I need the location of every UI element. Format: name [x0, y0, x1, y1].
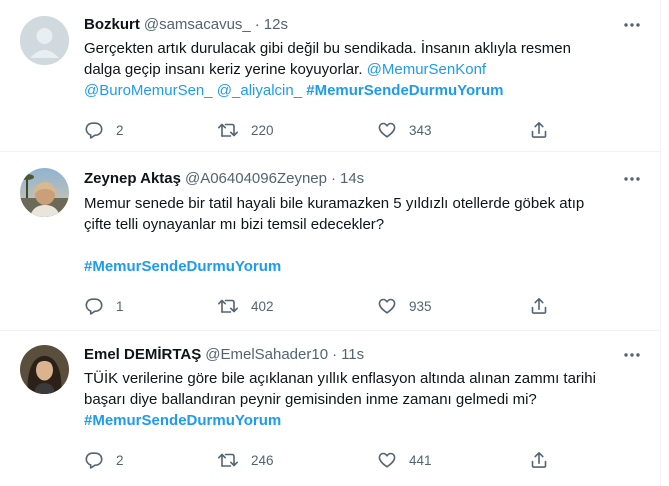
- more-options-icon[interactable]: [622, 169, 642, 189]
- tweet-text-line: [84, 235, 644, 256]
- tweet[interactable]: Emel DEMİRTAŞ @EmelSahader10 · 11s TÜİK ver…: [0, 331, 660, 486]
- tweet-text-line: çifte telli oynayanlar mı bizi temsil ed…: [84, 214, 644, 235]
- tweet-header: Zeynep Aktaş @A06404096Zeynep · 14s: [84, 169, 620, 189]
- tweet-text-line: başarı diye ballandıran peynir gemisinde…: [84, 389, 644, 410]
- tweet-actions: 1 402 935: [84, 295, 564, 317]
- tweet-text-segment: çifte telli oynayanlar mı bizi temsil ed…: [84, 216, 385, 233]
- tweet-actions: 2 220 343: [84, 119, 564, 141]
- like-count: 935: [409, 298, 432, 314]
- reply-count: 1: [116, 298, 124, 314]
- tweet-text: Memur senede bir tatil hayali bile kuram…: [84, 193, 644, 277]
- tweet-text-line: TÜİK verilerine göre bile açıklanan yıll…: [84, 368, 644, 389]
- share-button[interactable]: [529, 449, 549, 471]
- more-options-icon[interactable]: [622, 15, 642, 35]
- avatar[interactable]: [20, 16, 69, 65]
- retweet-count: 246: [251, 452, 274, 468]
- retweet-button[interactable]: 402: [217, 295, 274, 317]
- reply-icon: [85, 122, 103, 139]
- timeline-feed: Bozkurt @samsacavus_ · 12s Gerçekten artık …: [0, 0, 661, 486]
- tweet-text: Gerçekten artık durulacak gibi değil bu …: [84, 38, 644, 101]
- timestamp[interactable]: 12s: [264, 16, 288, 33]
- display-name[interactable]: Zeynep Aktaş: [84, 170, 181, 187]
- hashtag-link[interactable]: #MemurSendeDurmuYorum: [84, 258, 281, 275]
- like-count: 441: [409, 452, 432, 468]
- tweet-text-segment: TÜİK verilerine göre bile açıklanan yıll…: [84, 370, 596, 387]
- reply-button[interactable]: 2: [84, 119, 124, 141]
- heart-icon: [378, 298, 396, 314]
- retweet-icon: [218, 299, 238, 313]
- hashtag-link[interactable]: #MemurSendeDurmuYorum: [306, 82, 503, 99]
- reply-icon: [85, 452, 103, 469]
- retweet-icon: [218, 453, 238, 467]
- retweet-count: 220: [251, 122, 274, 138]
- tweet-text-segment: Memur senede bir tatil hayali bile kuram…: [84, 195, 585, 212]
- avatar[interactable]: [20, 345, 69, 394]
- user-handle[interactable]: @EmelSahader10: [205, 346, 328, 363]
- tweet[interactable]: Bozkurt @samsacavus_ · 12s Gerçekten artık …: [0, 0, 660, 152]
- like-button[interactable]: 935: [377, 295, 432, 317]
- reply-icon: [85, 298, 103, 315]
- separator-dot: ·: [331, 170, 336, 187]
- display-name[interactable]: Emel DEMİRTAŞ: [84, 346, 201, 363]
- tweet-header: Bozkurt @samsacavus_ · 12s: [84, 15, 620, 35]
- heart-icon: [378, 452, 396, 468]
- tweet-text-segment: Gerçekten artık durulacak gibi değil bu …: [84, 40, 571, 57]
- user-photo-icon: [20, 168, 69, 217]
- share-button[interactable]: [529, 119, 549, 141]
- default-profile-icon: [20, 16, 69, 65]
- share-icon: [531, 452, 547, 468]
- reply-count: 2: [116, 122, 124, 138]
- tweet-text-line: Memur senede bir tatil hayali bile kuram…: [84, 193, 644, 214]
- tweet-text-line: Gerçekten artık durulacak gibi değil bu …: [84, 38, 644, 59]
- retweet-count: 402: [251, 298, 274, 314]
- more-options-icon[interactable]: [622, 345, 642, 365]
- mention-link[interactable]: @BuroMemurSen_: [84, 82, 213, 99]
- mention-link[interactable]: @_aliyalcin_: [217, 82, 302, 99]
- tweet-actions: 2 246 441: [84, 449, 564, 471]
- share-icon: [531, 122, 547, 138]
- tweet-text: TÜİK verilerine göre bile açıklanan yıll…: [84, 368, 644, 431]
- hashtag-link[interactable]: #MemurSendeDurmuYorum: [84, 412, 281, 429]
- timestamp[interactable]: 14s: [340, 170, 364, 187]
- reply-count: 2: [116, 452, 124, 468]
- display-name[interactable]: Bozkurt: [84, 16, 140, 33]
- tweet[interactable]: Zeynep Aktaş @A06404096Zeynep · 14s Memur s…: [0, 152, 660, 331]
- tweet-text-line: dalga geçip insanı keriz yerine koyuyorl…: [84, 59, 644, 80]
- avatar[interactable]: [20, 168, 69, 217]
- user-handle[interactable]: @samsacavus_: [144, 16, 251, 33]
- retweet-button[interactable]: 246: [217, 449, 274, 471]
- reply-button[interactable]: 2: [84, 449, 124, 471]
- retweet-button[interactable]: 220: [217, 119, 274, 141]
- tweet-text-line: @BuroMemurSen_ @_aliyalcin_ #MemurSendeD…: [84, 80, 644, 101]
- mention-link[interactable]: @MemurSenKonf: [367, 61, 486, 78]
- tweet-text-line: #MemurSendeDurmuYorum: [84, 410, 644, 431]
- separator-dot: ·: [332, 346, 338, 363]
- reply-button[interactable]: 1: [84, 295, 124, 317]
- share-icon: [531, 298, 547, 314]
- tweet-text-line: #MemurSendeDurmuYorum: [84, 256, 644, 277]
- retweet-icon: [218, 123, 238, 137]
- timestamp[interactable]: 11s: [341, 346, 364, 363]
- tweet-text-segment: dalga geçip insanı keriz yerine koyuyorl…: [84, 61, 367, 78]
- share-button[interactable]: [529, 295, 549, 317]
- like-count: 343: [409, 122, 432, 138]
- separator-dot: ·: [254, 16, 260, 33]
- tweet-text-segment: başarı diye ballandıran peynir gemisinde…: [84, 391, 537, 408]
- like-button[interactable]: 343: [377, 119, 432, 141]
- user-photo-icon: [20, 345, 69, 394]
- user-handle[interactable]: @A06404096Zeynep: [185, 170, 327, 187]
- tweet-header: Emel DEMİRTAŞ @EmelSahader10 · 11s: [84, 345, 620, 365]
- heart-icon: [378, 122, 396, 138]
- like-button[interactable]: 441: [377, 449, 432, 471]
